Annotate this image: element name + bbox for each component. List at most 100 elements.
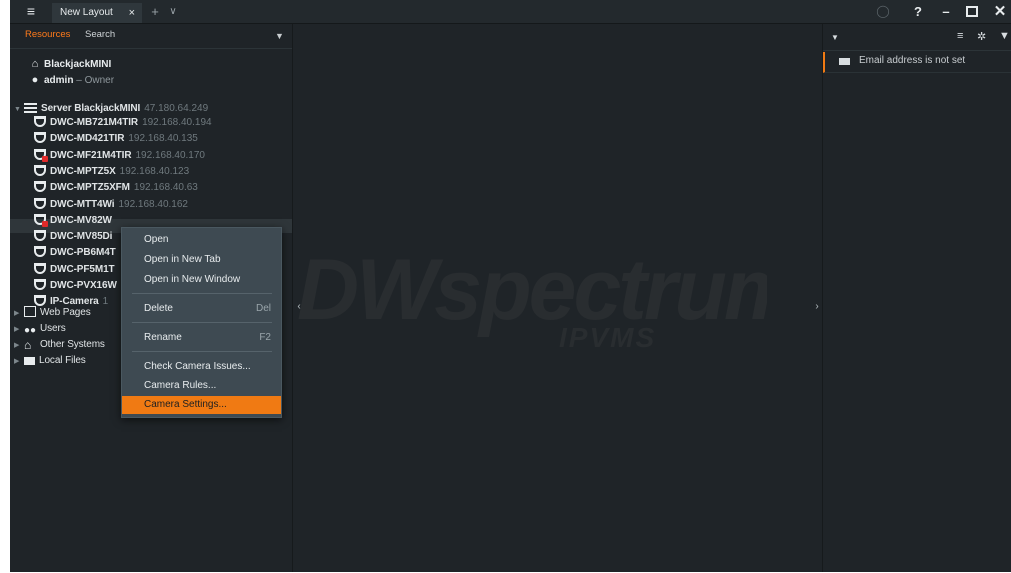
menu-item-open[interactable]: Open: [122, 231, 281, 249]
expand-arrow-icon[interactable]: ▶: [14, 323, 24, 337]
app-window: ≡ New Layout × + ∨ ◯ ? – ✕ Resources Sea…: [10, 0, 1011, 572]
menu-item-label: Delete: [144, 303, 173, 314]
camera-name: DWC-PB6M4T: [50, 247, 116, 258]
camera-name: DWC-MPTZ5XFM: [50, 182, 130, 193]
resources-panel: Resources Search ▼ ⌂ BlackjackMINI ● admin…: [10, 24, 293, 572]
camera-name: DWC-PF5M1T: [50, 264, 115, 275]
camera-ip: 192.168.40.194: [142, 117, 212, 128]
tree-item-label: Users: [40, 323, 66, 334]
maximize-icon: [966, 5, 978, 17]
collapse-arrow-icon[interactable]: ▼: [14, 103, 24, 117]
user-name: admin: [44, 75, 74, 86]
tree-item-label: Local Files: [39, 355, 86, 366]
server-row[interactable]: ▼ Server BlackjackMINI 47.180.64.249: [14, 102, 208, 116]
notification-text: Email address is not set: [859, 55, 966, 66]
tab-new-layout[interactable]: New Layout ×: [52, 3, 142, 23]
tabs-menu-chevron-icon[interactable]: ∨: [166, 3, 180, 20]
tab-label: New Layout: [60, 7, 113, 18]
help-button[interactable]: ?: [910, 0, 926, 23]
camera-row[interactable]: DWC-PF5M1T: [34, 263, 119, 277]
new-tab-button[interactable]: +: [148, 3, 162, 20]
camera-row[interactable]: DWC-MPTZ5X 192.168.40.123: [34, 165, 189, 179]
minimize-button[interactable]: –: [938, 0, 954, 23]
web-page-icon: [24, 306, 36, 317]
current-user-row[interactable]: ● admin – Owner: [29, 73, 114, 87]
menu-item-rename[interactable]: Rename F2: [122, 329, 281, 347]
logo-sub-text: IPVMS: [559, 322, 656, 351]
notification-item[interactable]: Email address is not set: [823, 52, 1011, 73]
camera-icon: [34, 230, 46, 241]
tree-item-web-pages[interactable]: ▶ Web Pages: [14, 306, 91, 320]
menu-item-camera-rules[interactable]: Camera Rules...: [122, 377, 281, 395]
system-name: BlackjackMINI: [44, 59, 112, 70]
camera-name: DWC-MF21M4TIR: [50, 150, 132, 161]
other-systems-icon: ⌂: [24, 338, 32, 352]
camera-name: DWC-PVX16W: [50, 280, 117, 291]
camera-row[interactable]: DWC-MV82W: [34, 214, 116, 228]
expand-arrow-icon[interactable]: ▶: [14, 355, 24, 369]
menu-separator: [132, 351, 272, 352]
pin-icon[interactable]: ▼: [831, 33, 839, 42]
cloud-icon[interactable]: ◯: [872, 0, 894, 23]
camera-row[interactable]: DWC-MV85Di: [34, 230, 116, 244]
mail-icon: [839, 58, 850, 65]
maximize-button[interactable]: [964, 0, 980, 23]
dw-spectrum-logo: DWspectrum IPVMS: [297, 242, 767, 351]
tab-search[interactable]: Search: [85, 29, 115, 40]
camera-icon: [34, 263, 46, 274]
menu-item-camera-settings[interactable]: Camera Settings...: [122, 396, 281, 414]
logo-main-text: DWspectrum: [297, 242, 767, 338]
camera-icon: [34, 198, 46, 209]
camera-row[interactable]: DWC-MB721M4TIR 192.168.40.194: [34, 116, 212, 130]
camera-name: DWC-MV82W: [50, 215, 112, 226]
menu-separator: [132, 293, 272, 294]
right-panel-toggle[interactable]: ›: [813, 296, 821, 318]
tree-item-label: Web Pages: [40, 307, 91, 318]
camera-row[interactable]: DWC-MTT4Wi 192.168.40.162: [34, 198, 188, 212]
camera-icon: [34, 181, 46, 192]
camera-row[interactable]: DWC-MPTZ5XFM 192.168.40.63: [34, 181, 198, 195]
camera-ip: 1: [102, 296, 109, 307]
main-menu-icon[interactable]: ≡: [18, 3, 44, 20]
camera-error-icon: [34, 149, 48, 162]
menu-item-open-new-tab[interactable]: Open in New Tab: [122, 251, 281, 269]
tab-resources[interactable]: Resources: [25, 29, 70, 40]
pin-icon[interactable]: ▼: [275, 31, 284, 41]
tab-close-icon[interactable]: ×: [129, 3, 135, 23]
expand-arrow-icon[interactable]: ▶: [14, 339, 24, 353]
menu-item-delete[interactable]: Delete Del: [122, 300, 281, 318]
system-name-row[interactable]: ⌂ BlackjackMINI: [29, 57, 112, 71]
tree-item-other-systems[interactable]: ▶ ⌂ Other Systems: [14, 338, 105, 352]
gear-icon[interactable]: ✲: [977, 30, 986, 43]
menu-item-check-camera-issues[interactable]: Check Camera Issues...: [122, 358, 281, 376]
camera-name: DWC-MTT4Wi: [50, 199, 115, 210]
camera-icon: [34, 246, 46, 257]
server-ip: 47.180.64.249: [144, 103, 209, 114]
camera-row[interactable]: DWC-PB6M4T: [34, 246, 120, 260]
list-icon[interactable]: ≡: [957, 30, 963, 42]
camera-row[interactable]: DWC-PVX16W: [34, 279, 121, 293]
notifications-panel: ▼ ≡ ✲ ▼ Email address is not set: [822, 24, 1011, 572]
camera-name: DWC-MPTZ5X: [50, 166, 116, 177]
camera-ip: 192.168.40.170: [135, 150, 205, 161]
camera-row[interactable]: DWC-MD421TIR 192.168.40.135: [34, 132, 198, 146]
filter-icon[interactable]: ▼: [999, 30, 1010, 42]
camera-icon: [34, 295, 46, 306]
camera-row[interactable]: DWC-MF21M4TIR 192.168.40.170: [34, 149, 205, 163]
home-icon: ⌂: [31, 58, 39, 70]
expand-arrow-icon[interactable]: ▶: [14, 307, 24, 321]
menu-item-label: Check Camera Issues...: [144, 361, 251, 372]
notifications-header: ▼ ≡ ✲ ▼: [823, 24, 1011, 51]
server-icon: [24, 103, 37, 113]
camera-icon: [34, 279, 46, 290]
tree-item-local-files[interactable]: ▶ Local Files: [14, 354, 86, 368]
title-bar: ≡ New Layout × + ∨ ◯ ? – ✕: [10, 0, 1011, 24]
camera-error-icon: [34, 214, 48, 227]
menu-item-open-new-window[interactable]: Open in New Window: [122, 271, 281, 289]
menu-item-label: Rename: [144, 332, 182, 343]
close-button[interactable]: ✕: [992, 0, 1008, 23]
tree-item-users[interactable]: ▶ ●● Users: [14, 322, 66, 336]
camera-ip: 192.168.40.135: [128, 133, 198, 144]
menu-item-label: Camera Rules...: [144, 380, 217, 391]
camera-name: DWC-MD421TIR: [50, 133, 125, 144]
